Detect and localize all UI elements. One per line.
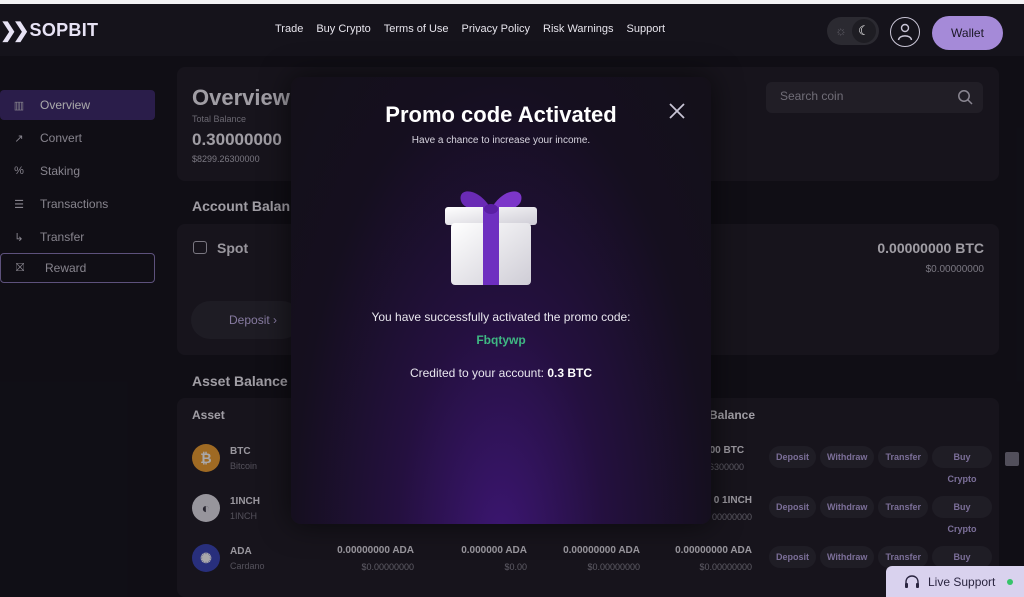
moon-icon: ☾ xyxy=(852,19,876,43)
brand-name: SOPBIT xyxy=(29,20,99,40)
nav-trade[interactable]: Trade xyxy=(275,23,303,35)
nav-privacy[interactable]: Privacy Policy xyxy=(462,23,530,35)
header: ❯❯ SOPBIT Trade Buy Crypto Terms of Use … xyxy=(0,4,1024,56)
nav-risk[interactable]: Risk Warnings xyxy=(543,23,614,35)
credited-label: Credited to your account: xyxy=(409,366,545,380)
live-support-label: Live Support xyxy=(928,574,996,589)
user-icon xyxy=(897,23,913,41)
sun-icon: ☼ xyxy=(835,23,847,38)
nav-support[interactable]: Support xyxy=(627,23,666,35)
logo-mark-icon: ❯❯ xyxy=(0,20,29,42)
success-message: You have successfully activated the prom… xyxy=(371,310,631,324)
user-avatar-button[interactable] xyxy=(890,17,920,47)
wallet-button[interactable]: Wallet xyxy=(932,16,1003,50)
main-nav: Trade Buy Crypto Terms of Use Privacy Po… xyxy=(275,23,665,35)
modal-subtitle: Have a chance to increase your income. xyxy=(411,135,591,146)
close-icon[interactable] xyxy=(667,101,687,121)
theme-toggle[interactable]: ☼ ☾ xyxy=(827,17,879,45)
logo[interactable]: ❯❯ SOPBIT xyxy=(0,18,98,43)
promo-code-modal: Promo code Activated Have a chance to in… xyxy=(291,77,711,524)
modal-title: Promo code Activated xyxy=(385,102,617,127)
nav-terms[interactable]: Terms of Use xyxy=(384,23,449,35)
headset-icon xyxy=(905,574,919,588)
nav-buy-crypto[interactable]: Buy Crypto xyxy=(316,23,370,35)
credited-line: Credited to your account: 0.3 BTC xyxy=(291,366,711,380)
online-status-dot xyxy=(1007,578,1014,585)
gift-icon xyxy=(445,191,537,285)
credited-amount: 0.3 BTC xyxy=(547,366,593,380)
promo-code-value: Fbqtywp xyxy=(476,333,526,347)
live-support-button[interactable]: Live Support xyxy=(886,566,1024,597)
